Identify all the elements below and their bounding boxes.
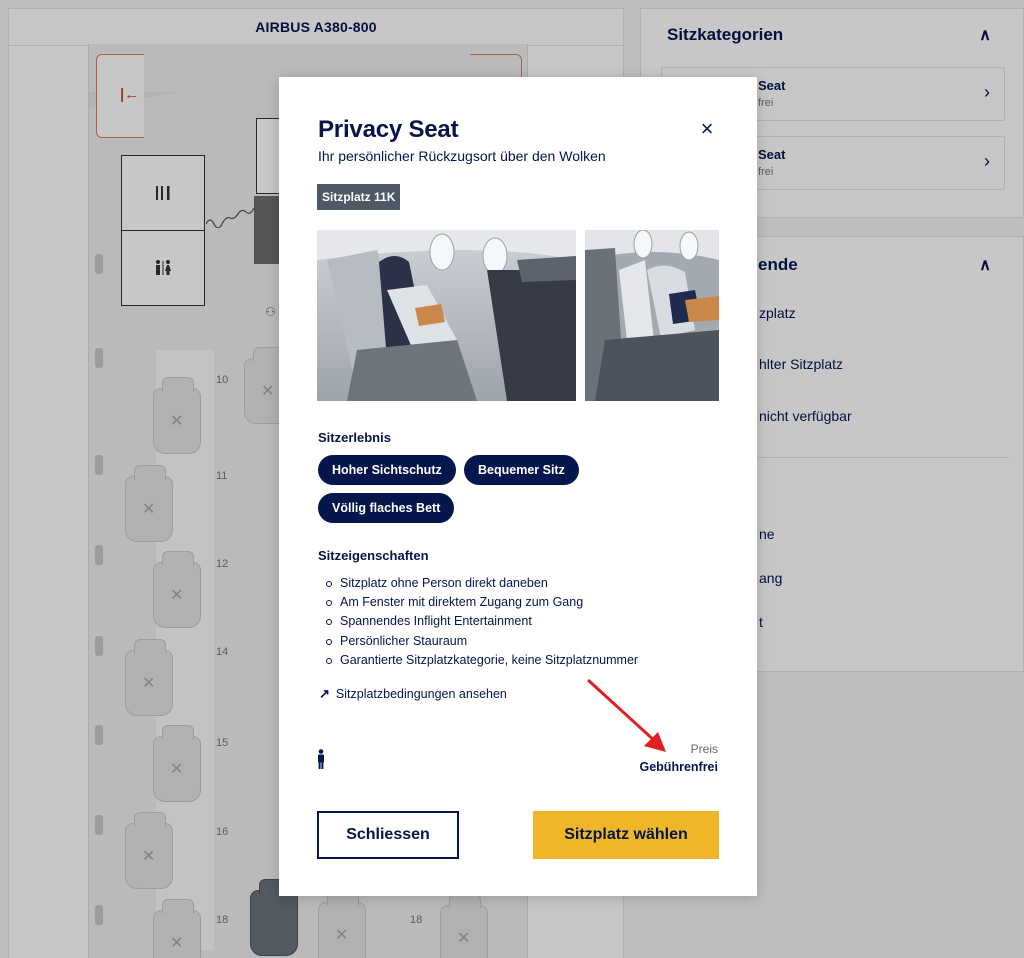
price-value: Gebührenfrei [639, 760, 719, 774]
seat-conditions-link[interactable]: ↗ Sitzplatzbedingungen ansehen [319, 686, 507, 702]
list-item: Sitzplatz ohne Person direkt daneben [324, 574, 638, 593]
seat-photo[interactable] [585, 230, 719, 401]
feature-chip: Völlig flaches Bett [318, 493, 455, 523]
seat-photo[interactable] [317, 230, 576, 401]
dialog-title: Privacy Seat [318, 116, 459, 143]
annotation-arrow-icon [586, 678, 666, 752]
dialog-subtitle: Ihr persönlicher Rückzugsort über den Wo… [318, 148, 606, 164]
list-item: Garantierte Sitzplatzkategorie, keine Si… [324, 651, 638, 670]
list-item: Am Fenster mit direktem Zugang zum Gang [324, 593, 638, 612]
passenger-icon [318, 749, 324, 769]
feature-chip: Bequemer Sitz [464, 455, 579, 485]
external-arrow-icon: ↗ [319, 686, 330, 701]
properties-heading: Sitzeigenschaften [318, 548, 429, 563]
close-button[interactable]: Schliessen [317, 811, 459, 859]
select-seat-button[interactable]: Sitzplatz wählen [533, 811, 719, 859]
list-item: Persönlicher Stauraum [324, 632, 638, 651]
experience-heading: Sitzerlebnis [318, 430, 391, 445]
close-icon[interactable]: × [694, 116, 720, 142]
feature-chip: Hoher Sichtschutz [318, 455, 456, 485]
list-item: Spannendes Inflight Entertainment [324, 612, 638, 631]
seat-conditions-label: Sitzplatzbedingungen ansehen [335, 687, 507, 701]
properties-list: Sitzplatz ohne Person direkt daneben Am … [324, 574, 638, 670]
seat-number-badge: Sitzplatz 11K [317, 184, 401, 210]
